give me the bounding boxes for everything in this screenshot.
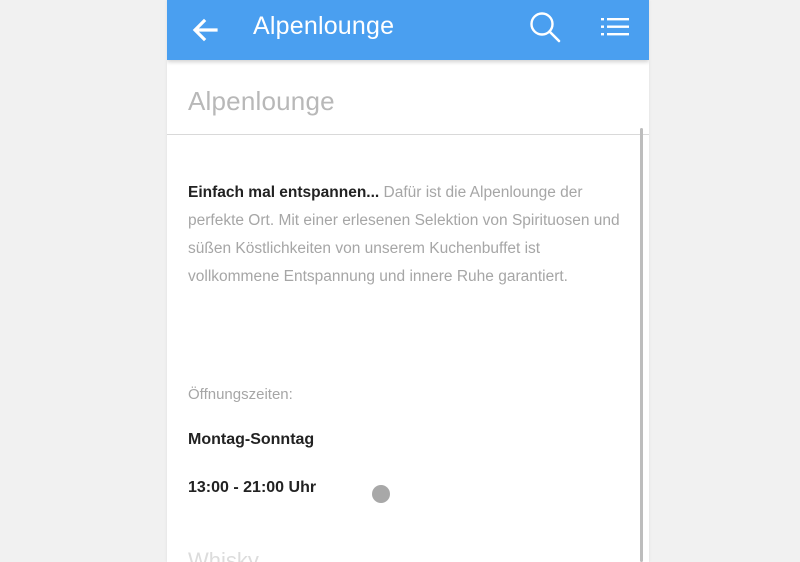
content-area[interactable]: Alpenlounge Einfach mal entspannen... Da… <box>167 60 649 562</box>
scrollbar[interactable] <box>640 128 643 562</box>
back-button[interactable] <box>183 8 227 52</box>
touch-indicator <box>372 485 390 503</box>
intro-paragraph: Einfach mal entspannen... Dafür ist die … <box>188 179 628 291</box>
next-section-heading: Whisky <box>188 548 259 562</box>
app-bar-title: Alpenlounge <box>253 12 395 40</box>
search-icon <box>530 12 561 43</box>
search-button[interactable] <box>523 5 567 49</box>
opening-time: 13:00 - 21:00 Uhr <box>188 479 317 496</box>
app-bar: Alpenlounge <box>167 0 649 60</box>
menu-button[interactable] <box>593 5 637 49</box>
list-menu-icon <box>601 18 629 36</box>
phone-screen: Alpenlounge Alpenlounge Einfach mal ents… <box>167 0 649 562</box>
opening-days: Montag-Sonntag <box>188 431 315 448</box>
arrow-left-icon <box>192 18 218 42</box>
opening-hours-label: Öffnungszeiten: <box>188 386 293 403</box>
intro-bold-text: Einfach mal entspannen... <box>188 184 380 201</box>
heading-divider <box>167 134 649 135</box>
page-heading: Alpenlounge <box>188 86 335 116</box>
